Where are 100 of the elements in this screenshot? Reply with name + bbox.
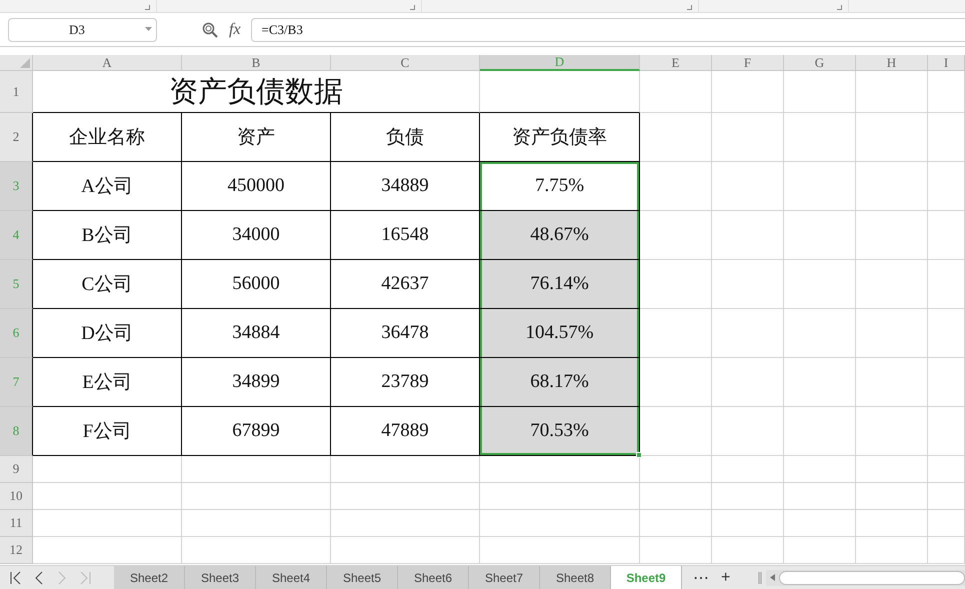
column-header[interactable]: G [784, 55, 856, 71]
grid-cell [856, 162, 928, 211]
table-cell[interactable]: 76.14% [480, 260, 640, 309]
sheet-tab[interactable]: Sheet3 [185, 566, 256, 589]
column-header[interactable]: I [928, 55, 965, 71]
first-sheet-icon[interactable] [9, 570, 23, 584]
sheet-tab[interactable]: Sheet5 [327, 566, 398, 589]
grid-cell [712, 211, 784, 260]
grid-cell [856, 309, 928, 358]
splitter-icon[interactable] [758, 572, 762, 584]
row-header[interactable]: 2 [0, 113, 33, 162]
table-cell[interactable]: 48.67% [480, 211, 640, 260]
column-header[interactable]: H [856, 55, 928, 71]
function-label[interactable]: fx [229, 20, 241, 38]
grid-cell [928, 309, 965, 358]
row-header[interactable]: 12 [0, 537, 33, 564]
grid-cell [640, 483, 712, 510]
grid-cell [784, 211, 856, 260]
table-cell: E公司 [33, 358, 182, 407]
table-cell: 56000 [182, 260, 331, 309]
column-header[interactable]: E [640, 55, 712, 71]
table-cell[interactable]: 70.53% [480, 407, 640, 456]
header-cell: 负债 [331, 113, 480, 162]
table-cell: F公司 [33, 407, 182, 456]
grid-cell [712, 309, 784, 358]
column-header[interactable]: A [33, 55, 182, 71]
grid-cell [856, 71, 928, 113]
table-cell: D公司 [33, 309, 182, 358]
grid-cell [928, 407, 965, 456]
grid-cell [856, 260, 928, 309]
caret-icon [145, 27, 152, 32]
expand-icon[interactable] [687, 5, 692, 10]
table-cell: 23789 [331, 358, 480, 407]
column-header[interactable]: F [712, 55, 784, 71]
scroll-left-icon[interactable] [770, 574, 776, 581]
table-cell: 16548 [331, 211, 480, 260]
grid-cell [712, 260, 784, 309]
grid-cell [784, 260, 856, 309]
formula-field[interactable]: =C3/B3 [250, 18, 965, 42]
table-cell: 42637 [331, 260, 480, 309]
grid-cell [856, 113, 928, 162]
sheet-tab[interactable]: Sheet7 [469, 566, 540, 589]
expand-icon[interactable] [410, 5, 415, 10]
table-cell[interactable]: 7.75% [480, 162, 640, 211]
table-cell: 34889 [331, 162, 480, 211]
grid-cell [712, 510, 784, 537]
row-header[interactable]: 9 [0, 456, 33, 483]
grid-cell [712, 113, 784, 162]
row-header[interactable]: 11 [0, 510, 33, 537]
grid-cell [784, 71, 856, 113]
row-header[interactable]: 10 [0, 483, 33, 510]
grid-cell [856, 510, 928, 537]
scrollbar-thumb[interactable] [779, 570, 965, 584]
grid-cell [856, 211, 928, 260]
grid-cell [856, 456, 928, 483]
grid-cell [928, 456, 965, 483]
table-cell: 47889 [331, 407, 480, 456]
grid-cell [784, 358, 856, 407]
grid-cell [640, 309, 712, 358]
grid-cell [640, 211, 712, 260]
grid-cell [640, 260, 712, 309]
grid-cell [712, 407, 784, 456]
grid-cell [784, 407, 856, 456]
table-cell: 450000 [182, 162, 331, 211]
grid-cell [784, 483, 856, 510]
sheet-tab[interactable]: Sheet6 [398, 566, 469, 589]
header-cell: 资产负债率 [480, 113, 640, 162]
more-sheets-button[interactable]: ⋯ [693, 568, 709, 588]
grid-cell [928, 260, 965, 309]
grid-cell [712, 162, 784, 211]
fill-handle[interactable] [636, 452, 642, 458]
grid-cell [712, 71, 784, 113]
expand-icon[interactable] [145, 5, 150, 10]
sheet-tab[interactable]: Sheet4 [256, 566, 327, 589]
grid-cell [712, 456, 784, 483]
column-header[interactable]: C [331, 55, 480, 71]
grid-cell [928, 510, 965, 537]
table-cell[interactable]: 68.17% [480, 358, 640, 407]
grid-cell [928, 71, 965, 113]
table-cell: A公司 [33, 162, 182, 211]
sheet-tab[interactable]: Sheet9 [611, 566, 682, 589]
expand-icon[interactable] [837, 5, 842, 10]
column-header[interactable]: B [182, 55, 331, 71]
table-cell[interactable]: 104.57% [480, 309, 640, 358]
horizontal-scrollbar[interactable] [766, 570, 965, 586]
grid-cell [856, 358, 928, 407]
zoom-icon[interactable] [202, 22, 218, 38]
add-sheet-button[interactable]: + [721, 568, 730, 586]
grid-cell [928, 358, 965, 407]
sheet-tab[interactable]: Sheet8 [540, 566, 611, 589]
table-cell: C公司 [33, 260, 182, 309]
table-cell: 34899 [182, 358, 331, 407]
grid-cell [784, 113, 856, 162]
table-cell: 34000 [182, 211, 331, 260]
table-cell: B公司 [33, 211, 182, 260]
row-header[interactable]: 1 [0, 71, 33, 113]
grid-cell [784, 162, 856, 211]
name-box[interactable]: D3 [8, 18, 157, 42]
grid-cell [784, 510, 856, 537]
sheet-tab[interactable]: Sheet2 [114, 566, 185, 589]
